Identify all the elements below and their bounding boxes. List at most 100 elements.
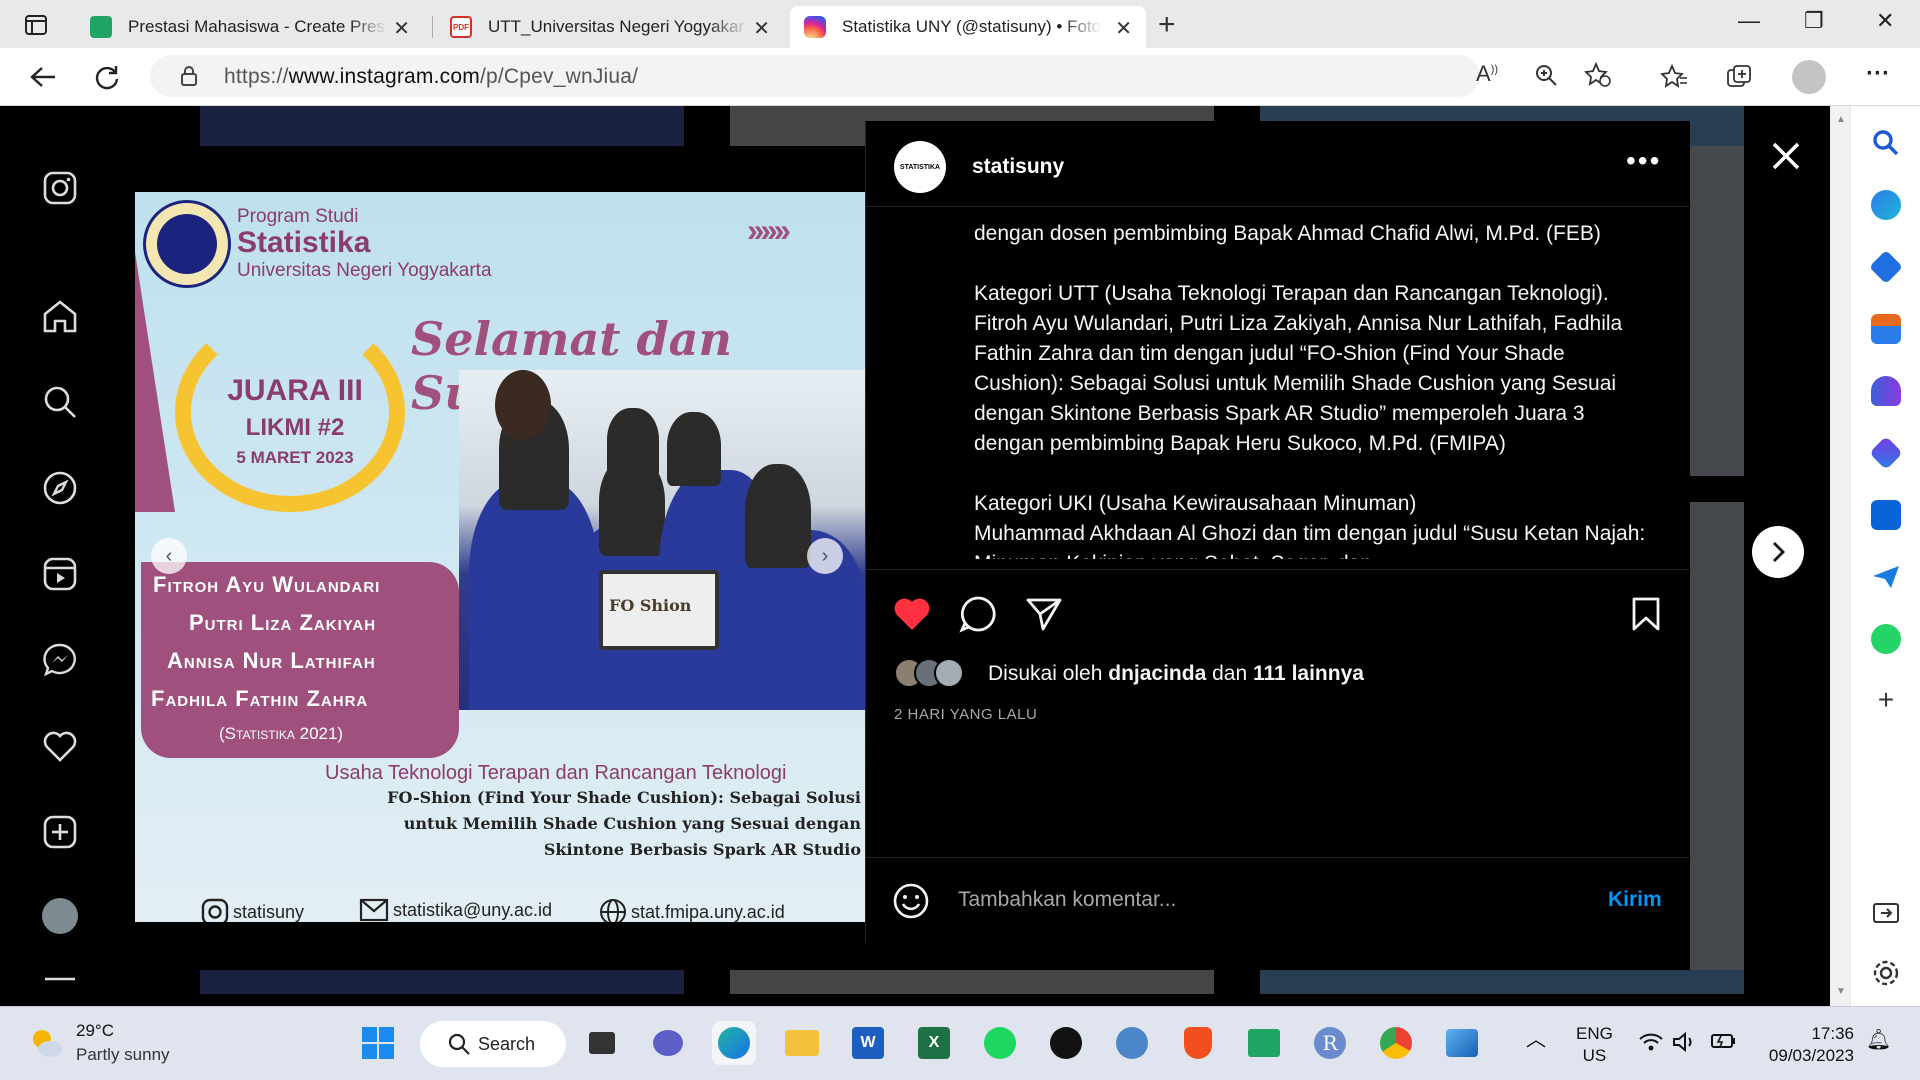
reload-button[interactable] [92,62,122,92]
edge-taskbar-button[interactable] [712,1021,756,1065]
new-tab-button[interactable]: + [1158,8,1176,42]
like-button[interactable] [890,592,934,636]
language-indicator[interactable]: ENG US [1576,1023,1613,1067]
account-avatar[interactable]: STATISTIKA [894,141,946,193]
comment-input[interactable]: Tambahkan komentar... [958,888,1176,912]
tab-instagram[interactable]: Statistika UNY (@statisuny) • Foto ✕ [790,6,1146,48]
more-options-button[interactable]: ••• [1626,145,1661,177]
image-title-line: untuk Memilih Shade Cushion yang Sesuai … [403,814,861,833]
create-post-icon[interactable] [40,812,80,852]
bing-chat-icon[interactable] [1871,190,1901,220]
uny-logo [143,200,231,288]
word-button[interactable]: W [846,1021,890,1065]
lock-icon[interactable] [180,66,198,86]
liker-username-link[interactable]: dnjacinda [1108,662,1206,685]
hide-sidebar-icon[interactable] [1871,898,1901,928]
share-button[interactable] [1022,592,1066,636]
close-tab-icon[interactable]: ✕ [1115,16,1132,41]
calculator-app-button[interactable] [1110,1021,1154,1065]
show-hidden-icons-button[interactable]: ︿ [1526,1029,1546,1051]
emoji-button[interactable] [892,882,930,920]
weather-temperature[interactable]: 29°C [76,1021,114,1041]
volume-icon[interactable] [1672,1031,1696,1059]
excel-button[interactable]: X [912,1021,956,1065]
settings-more-button[interactable]: ··· [1866,60,1890,88]
scroll-up-arrow-icon[interactable]: ▲ [1836,114,1846,125]
other-likes-link[interactable]: 111 lainnya [1253,662,1364,685]
close-window-button[interactable]: ✕ [1876,8,1894,34]
word-icon: W [852,1027,884,1059]
address-bar[interactable]: https://www.instagram.com/p/Cpev_wnJiua/… [150,55,1611,97]
liker-avatars[interactable] [894,658,964,688]
carousel-prev-button[interactable]: ‹ [151,538,187,574]
photos-button[interactable] [1440,1021,1484,1065]
tab-actions-button[interactable] [14,10,58,40]
games-icon[interactable] [1871,376,1901,406]
liker-avatar [934,658,964,688]
read-aloud-icon[interactable]: A)) [1476,61,1498,87]
clock[interactable]: 17:36 09/03/2023 [1764,1023,1854,1067]
home-icon[interactable] [40,296,80,336]
weather-description[interactable]: Partly sunny [76,1045,170,1065]
post-comment-button[interactable]: Kirim [1608,888,1662,912]
post-image[interactable]: Program Studi Statistika Universitas Neg… [135,192,865,922]
notifications-heart-icon[interactable] [40,726,80,766]
battery-icon[interactable] [1710,1031,1738,1057]
search-icon[interactable] [40,382,80,422]
reels-icon[interactable] [40,554,80,594]
scroll-down-arrow-icon[interactable]: ▼ [1836,986,1846,997]
image-title-line: FO-Shion (Find Your Shade Cushion): Seba… [387,788,861,807]
explore-icon[interactable] [40,468,80,508]
whatsapp-icon[interactable] [1871,624,1901,654]
restore-button[interactable]: ❐ [1804,8,1824,34]
taskbar-search[interactable]: Search [420,1021,566,1067]
classroom-button[interactable] [1242,1021,1286,1065]
drop-send-icon[interactable] [1871,562,1901,592]
profile-avatar[interactable] [40,896,80,936]
messenger-icon[interactable] [40,640,80,680]
back-button[interactable] [28,62,58,92]
person-figure [607,408,659,478]
start-button[interactable] [356,1021,400,1065]
menu-icon[interactable] [40,968,80,1006]
microsoft365-icon[interactable] [1869,436,1903,470]
favorites-icon[interactable] [1660,64,1688,90]
teams-chat-button[interactable] [646,1021,690,1065]
edge-icon [718,1027,750,1059]
task-view-button[interactable] [580,1021,624,1065]
add-sidebar-app-icon[interactable]: + [1871,686,1901,716]
page-scrollbar[interactable]: ▲ ▼ [1830,106,1850,1006]
close-tab-icon[interactable]: ✕ [393,16,410,41]
spotify-button[interactable] [978,1021,1022,1065]
save-button[interactable] [1624,592,1668,636]
sidebar-settings-gear-icon[interactable] [1871,958,1901,988]
tab-utt-pdf[interactable]: PDF UTT_Universitas Negeri Yogyakar ✕ [436,6,784,48]
comment-button[interactable] [956,592,1000,636]
brave-button[interactable] [1176,1021,1220,1065]
partly-sunny-icon[interactable] [28,1025,64,1061]
post-timestamp[interactable]: 2 HARI YANG LALU [894,706,1037,723]
tools-icon[interactable] [1871,314,1901,344]
account-username[interactable]: statisuny [972,155,1064,179]
file-explorer-button[interactable] [780,1021,824,1065]
image-dept-text: Statistika [237,226,371,259]
zoom-icon[interactable] [1534,63,1558,87]
close-modal-button[interactable] [1764,134,1808,178]
search-icon[interactable] [1871,128,1901,158]
minimize-button[interactable]: — [1738,8,1760,34]
collections-icon[interactable] [1726,64,1754,90]
tiktok-button[interactable] [1044,1021,1088,1065]
profile-avatar[interactable] [1792,60,1826,94]
instagram-logo-icon[interactable] [40,168,80,208]
shopping-tag-icon[interactable] [1869,250,1903,284]
wifi-icon[interactable] [1638,1031,1664,1059]
add-favorite-icon[interactable] [1584,62,1612,88]
close-tab-icon[interactable]: ✕ [753,16,770,41]
tab-prestasi[interactable]: Prestasi Mahasiswa - Create Pres ✕ [76,6,424,48]
outlook-icon[interactable] [1871,500,1901,530]
r-app-button[interactable]: R [1308,1021,1352,1065]
notifications-bell-icon[interactable]: 🔔︎ [1866,1029,1891,1051]
next-post-button[interactable] [1752,526,1804,578]
carousel-next-button[interactable]: › [807,538,843,574]
chrome-button[interactable] [1374,1021,1418,1065]
